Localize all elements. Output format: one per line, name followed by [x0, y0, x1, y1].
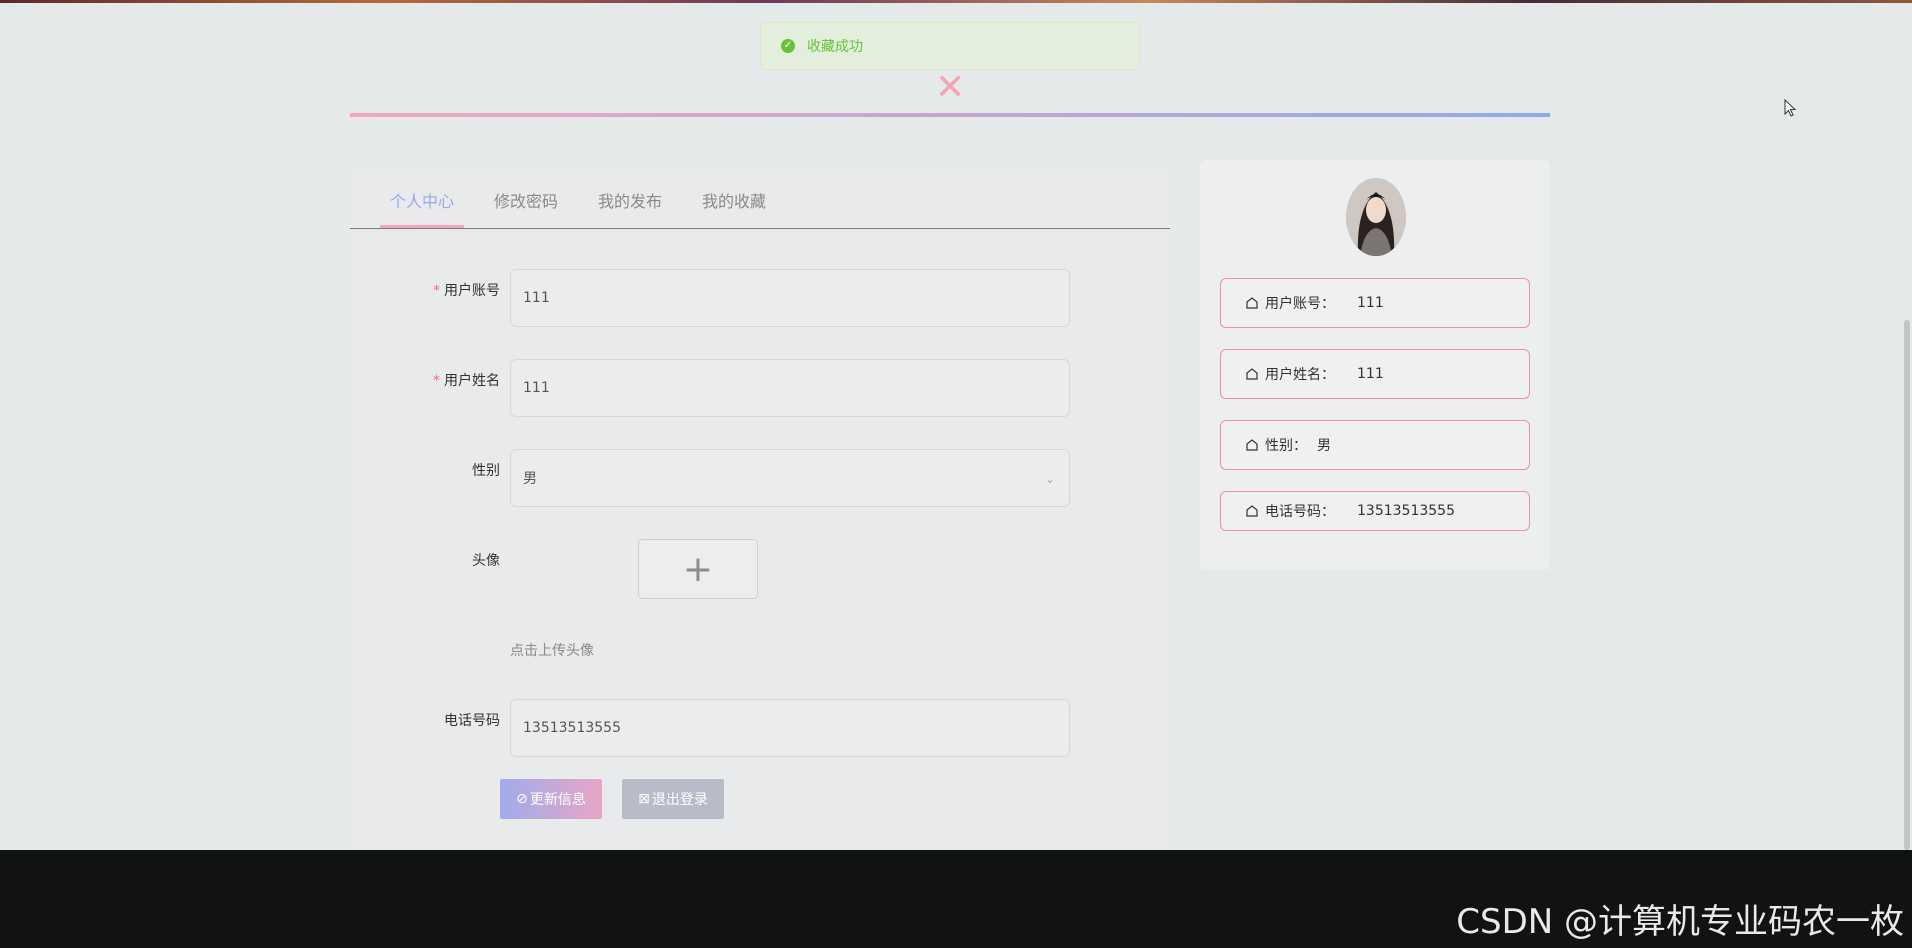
name-label: * 用户姓名 — [433, 373, 500, 389]
scrollbar[interactable] — [1904, 320, 1910, 850]
account-input[interactable]: 111 — [510, 269, 1070, 327]
close-icon[interactable]: ✕ — [935, 70, 965, 106]
gender-select-value: 男 — [523, 471, 537, 487]
tab-my-posts[interactable]: 我的发布 — [598, 188, 662, 212]
info-name-label: 用户姓名： — [1265, 367, 1335, 383]
info-phone-label: 电话号码： — [1265, 504, 1335, 520]
home-icon — [1246, 505, 1258, 517]
check-circle-icon: ✓ — [781, 39, 795, 53]
info-phone-value: 13513513555 — [1357, 503, 1455, 519]
account-input-value: 111 — [523, 290, 550, 306]
check-circle-icon: ⊘ — [516, 791, 528, 807]
required-mark: * — [433, 283, 440, 299]
logout-button[interactable]: ⊠ 退出登录 — [622, 779, 724, 819]
logout-button-label: 退出登录 — [651, 792, 708, 808]
info-gender-value: 男 — [1317, 438, 1331, 454]
plus-icon: + — [682, 548, 714, 590]
required-mark: * — [433, 373, 440, 389]
info-account-label: 用户账号： — [1265, 296, 1335, 312]
profile-form-card: 个人中心 修改密码 我的发布 我的收藏 * 用户账号 111 * 用户姓名 111 … — [350, 168, 1170, 848]
avatar — [1346, 178, 1406, 256]
name-input[interactable]: 111 — [510, 359, 1070, 417]
info-name: 用户姓名： 111 — [1220, 349, 1530, 399]
gender-label: 性别 — [472, 463, 500, 479]
tab-personal-center[interactable]: 个人中心 — [390, 188, 454, 212]
profile-summary-card: 用户账号： 111 用户姓名： 111 性别： 男 电话号码： 13513513… — [1200, 160, 1550, 570]
top-banner-strip — [0, 0, 1912, 3]
account-label: * 用户账号 — [433, 283, 500, 299]
info-account: 用户账号： 111 — [1220, 278, 1530, 328]
info-gender-label: 性别： — [1265, 438, 1307, 454]
chevron-down-icon: ⌄ — [1044, 472, 1055, 486]
footer: CSDN @计算机专业码农一枚 — [0, 850, 1912, 948]
phone-input-value: 13513513555 — [523, 720, 621, 736]
update-button-label: 更新信息 — [529, 792, 586, 808]
tab-my-favorites[interactable]: 我的收藏 — [702, 188, 766, 212]
upload-hint: 点击上传头像 — [510, 643, 594, 659]
gender-select[interactable]: 男 ⌄ — [510, 449, 1070, 507]
home-icon — [1246, 368, 1258, 380]
tab-bar: 个人中心 修改密码 我的发布 我的收藏 — [350, 168, 1170, 229]
mouse-cursor-icon — [1784, 99, 1796, 117]
name-input-value: 111 — [523, 380, 550, 396]
info-account-value: 111 — [1357, 295, 1384, 311]
success-toast: ✓ 收藏成功 — [760, 22, 1140, 70]
info-phone: 电话号码： 13513513555 — [1220, 491, 1530, 531]
info-gender: 性别： 男 — [1220, 420, 1530, 470]
watermark: CSDN @计算机专业码农一枚 — [1456, 902, 1904, 942]
update-info-button[interactable]: ⊘ 更新信息 — [500, 779, 602, 819]
phone-input[interactable]: 13513513555 — [510, 699, 1070, 757]
toast-message: 收藏成功 — [807, 39, 863, 55]
phone-label: 电话号码 — [444, 713, 500, 729]
close-square-icon: ⊠ — [638, 791, 650, 807]
info-name-value: 111 — [1357, 366, 1384, 382]
home-icon — [1246, 439, 1258, 451]
active-tab-indicator — [380, 225, 464, 228]
gradient-divider — [350, 113, 1550, 117]
tab-change-password[interactable]: 修改密码 — [494, 188, 558, 212]
avatar-label: 头像 — [472, 553, 500, 569]
avatar-upload-button[interactable]: + — [638, 539, 758, 599]
home-icon — [1246, 297, 1258, 309]
avatar-image — [1346, 178, 1406, 256]
